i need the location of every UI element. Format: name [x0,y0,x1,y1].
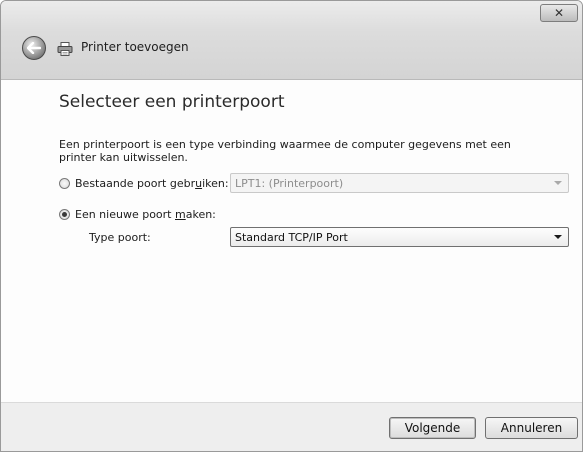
radio-existing-port-circle[interactable] [59,178,70,189]
radio-existing-port-label: Bestaande poort gebruiken: [75,177,229,190]
wizard-window: ✕ Printer toevoegen Selecteer een printe… [0,0,583,452]
page-description: Een printerpoort is een type verbinding … [59,138,511,164]
radio-new-port[interactable]: Een nieuwe poort maken: [59,208,216,221]
back-button[interactable] [22,36,46,60]
radio-existing-port[interactable]: Bestaande poort gebruiken: [59,177,229,190]
existing-port-value: LPT1: (Printerpoort) [235,176,344,190]
chevron-down-icon [554,235,562,239]
next-button[interactable]: Volgende [389,417,476,439]
wizard-footer: Volgende Annuleren [1,402,582,451]
port-type-dropdown[interactable]: Standard TCP/IP Port [230,227,569,247]
existing-port-dropdown[interactable]: LPT1: (Printerpoort) [230,173,569,193]
title-bar: ✕ Printer toevoegen [1,1,582,80]
printer-icon [57,42,73,56]
close-icon: ✕ [553,6,565,20]
port-type-value: Standard TCP/IP Port [235,230,348,244]
chevron-down-icon [554,181,562,185]
page-heading: Selecteer een printerpoort [59,92,285,112]
cancel-button[interactable]: Annuleren [485,417,578,439]
port-type-label: Type poort: [89,231,151,244]
radio-new-port-circle[interactable] [59,209,70,220]
back-arrow-icon [27,42,41,54]
wizard-content: Selecteer een printerpoort Een printerpo… [1,80,582,403]
radio-new-port-label: Een nieuwe poort maken: [75,208,216,221]
close-button[interactable]: ✕ [540,4,578,22]
wizard-title: Printer toevoegen [81,40,189,54]
